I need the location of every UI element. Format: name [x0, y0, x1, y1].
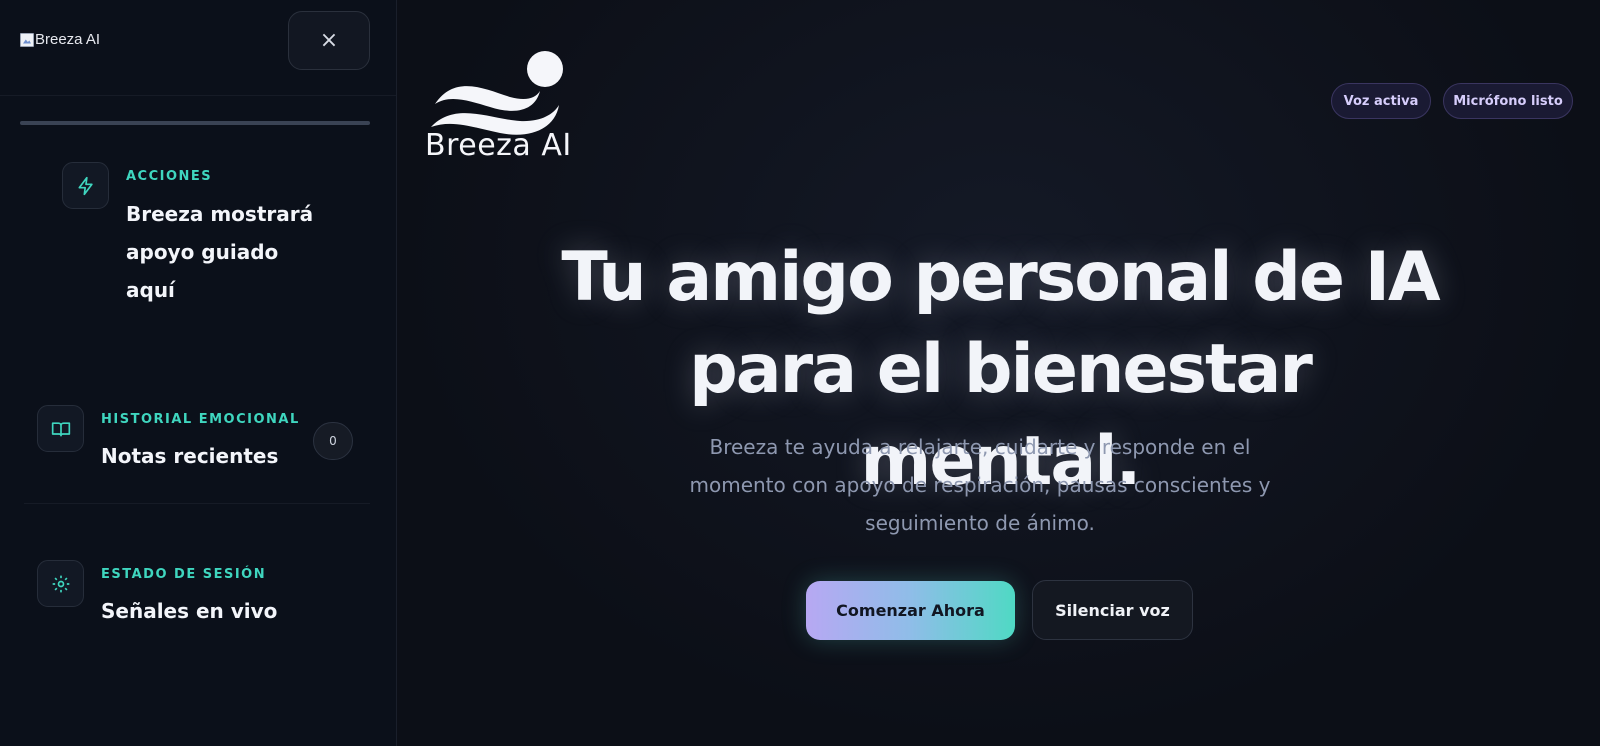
subtitle-line: momento con apoyo de respiración, pausas…	[689, 473, 1271, 497]
close-icon: ×	[319, 28, 339, 53]
sidebar-logo-text: Breeza AI	[35, 31, 101, 48]
actions-title: Breeza mostrará apoyo guiado aquí	[126, 195, 313, 309]
history-title: Notas recientes	[101, 444, 279, 468]
notes-count-badge: 0	[313, 422, 353, 460]
book-icon	[37, 405, 84, 452]
microphone-ready-badge: Micrófono listo	[1443, 83, 1573, 119]
actions-title-line: Breeza mostrará	[126, 202, 314, 226]
sidebar-progress-bar	[20, 121, 370, 125]
start-now-button[interactable]: Comenzar Ahora	[806, 581, 1015, 640]
hero-subtitle: Breeza te ayuda a relajarte, cuidarte y …	[640, 428, 1320, 542]
voice-active-badge: Voz activa	[1331, 83, 1431, 119]
sidebar-header: Breeza AI ×	[0, 0, 396, 96]
gear-icon	[37, 560, 84, 607]
lightning-icon	[62, 162, 109, 209]
actions-eyebrow: ACCIONES	[126, 169, 213, 184]
subtitle-line: Breeza te ayuda a relajarte, cuidarte y …	[709, 435, 1251, 459]
sidebar-logo: Breeza AI	[20, 31, 100, 48]
session-title: Señales en vivo	[101, 599, 278, 623]
mute-voice-button[interactable]: Silenciar voz	[1032, 580, 1193, 640]
brand-name: Breeza AI	[425, 128, 572, 163]
broken-image-icon	[20, 32, 34, 47]
session-eyebrow: ESTADO DE SESIÓN	[101, 567, 267, 582]
close-sidebar-button[interactable]: ×	[288, 11, 370, 70]
sidebar: Breeza AI × ACCIONES Breeza mostrará apo…	[0, 0, 397, 746]
sidebar-divider	[24, 503, 370, 504]
history-eyebrow: HISTORIAL EMOCIONAL	[101, 412, 300, 427]
hero-line: Tu amigo personal de IA	[561, 238, 1440, 317]
actions-title-line: apoyo guiado	[126, 240, 279, 264]
actions-title-line: aquí	[126, 278, 175, 302]
subtitle-line: seguimiento de ánimo.	[865, 511, 1095, 535]
